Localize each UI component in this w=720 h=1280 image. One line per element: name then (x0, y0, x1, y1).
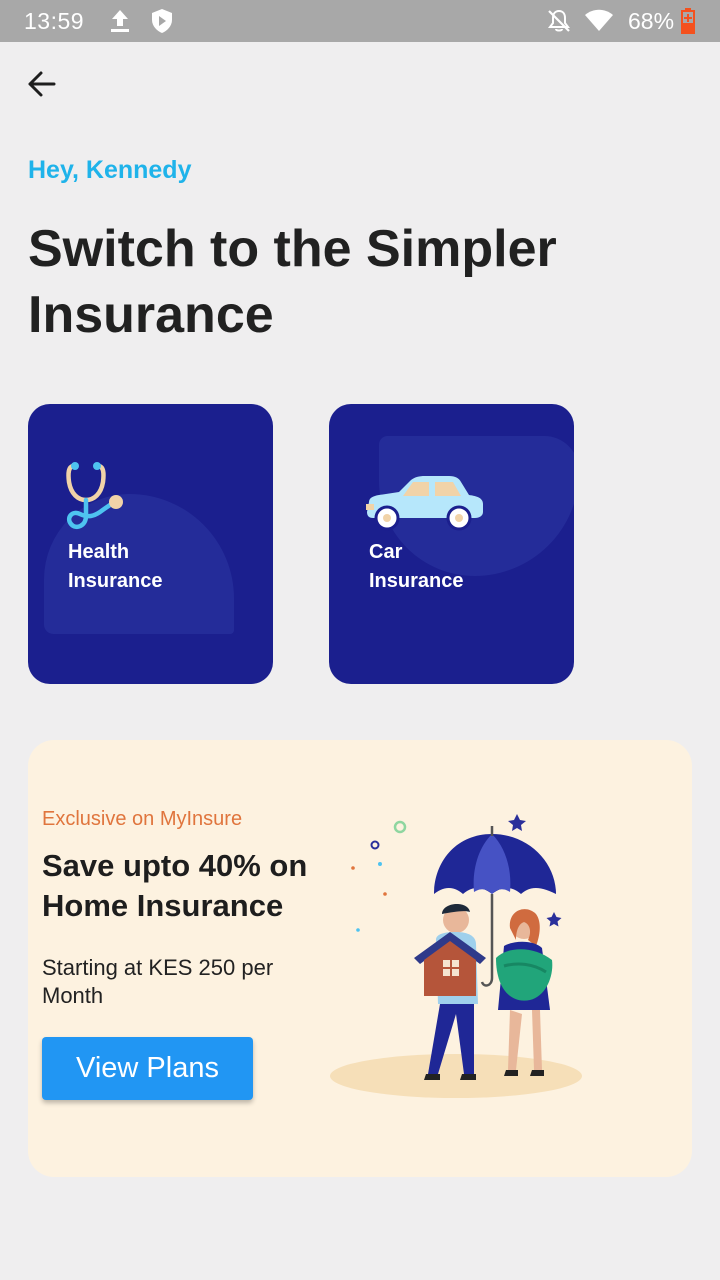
card-label: Car Insurance (369, 538, 549, 596)
car-icon (366, 476, 483, 531)
card-label-line2: Insurance (68, 570, 163, 592)
greeting: Hey, Kennedy (28, 156, 192, 184)
battery-percent: 68% (628, 8, 675, 34)
promo-title: Save upto 40% on Home Insurance (42, 848, 308, 923)
health-insurance-card[interactable]: Health Insurance (28, 404, 273, 684)
status-bar: 13:59 68% (0, 0, 720, 42)
notifications-off-icon (548, 9, 570, 32)
couple-umbrella-house-illustration (330, 814, 582, 1098)
arrow-back-icon (28, 71, 56, 97)
card-label: Health Insurance (68, 538, 248, 596)
card-label-line1: Health (68, 541, 130, 563)
card-label-line2: Insurance (369, 570, 464, 592)
battery-charging-icon (681, 8, 695, 34)
stethoscope-icon (66, 462, 123, 529)
view-plans-button[interactable]: View Plans (42, 1037, 253, 1100)
status-time: 13:59 (24, 8, 85, 34)
upload-icon (111, 10, 129, 32)
shield-icon (152, 9, 172, 33)
home-insurance-promo: Exclusive on MyInsure Save upto 40% on H… (28, 740, 692, 1177)
card-label-line1: Car (369, 541, 403, 563)
back-button[interactable] (22, 64, 62, 104)
car-insurance-card[interactable]: Car Insurance (329, 404, 574, 684)
wifi-icon (585, 9, 613, 31)
promo-eyebrow: Exclusive on MyInsure (42, 808, 243, 830)
page-title: Switch to the Simpler Insurance (28, 220, 557, 344)
promo-subtitle: Starting at KES 250 per Month (42, 955, 274, 1008)
